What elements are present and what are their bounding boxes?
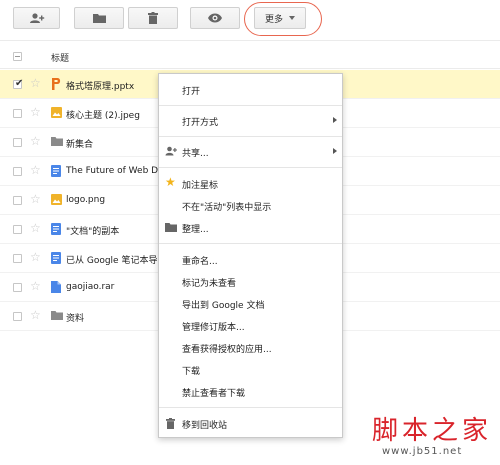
row-checkbox[interactable]	[13, 254, 22, 263]
menu-divider	[159, 136, 342, 137]
toolbar: 更多	[0, 0, 500, 40]
file-name[interactable]: 资料	[66, 311, 84, 324]
menu-item-export-docs[interactable]: 导出到 Google 文档	[159, 293, 342, 315]
eye-icon	[208, 13, 222, 23]
menu-item-label: 不在"活动"列表中显示	[182, 203, 272, 213]
chevron-right-icon	[333, 148, 337, 154]
menu-item-rename[interactable]: 重命名...	[159, 249, 342, 271]
row-checkbox[interactable]	[13, 138, 22, 147]
menu-item-open[interactable]: 打开	[159, 79, 342, 101]
star-icon[interactable]: ☆	[30, 135, 41, 147]
star-icon[interactable]: ☆	[30, 280, 41, 292]
menu-item-label: 下载	[182, 367, 201, 377]
row-checkbox[interactable]	[13, 196, 22, 205]
menu-item-open-with[interactable]: 打开方式	[159, 110, 342, 132]
menu-item-label: 打开	[182, 87, 201, 97]
folder-icon	[51, 310, 63, 322]
star-icon[interactable]: ☆	[30, 309, 41, 321]
menu-item-label: 共享...	[182, 149, 209, 159]
menu-divider	[159, 105, 342, 106]
add-person-icon	[165, 146, 177, 157]
toolbar-divider	[0, 40, 500, 41]
document-icon	[51, 252, 62, 264]
star-icon[interactable]: ☆	[30, 106, 41, 118]
document-icon	[51, 223, 62, 235]
delete-button[interactable]	[128, 7, 178, 29]
menu-item-mark-unviewed[interactable]: 标记为未查看	[159, 271, 342, 293]
star-icon[interactable]: ☆	[30, 164, 41, 176]
list-header: 标题	[0, 44, 500, 68]
menu-item-label: 整理...	[182, 225, 209, 235]
context-menu: 打开 打开方式 共享... ★ 加注星标 不在"活动"列表中显示 整理... 重…	[158, 73, 343, 438]
file-name[interactable]: 核心主题 (2).jpeg	[66, 108, 140, 121]
menu-item-download[interactable]: 下载	[159, 359, 342, 381]
file-name[interactable]: 已从 Google 笔记本导	[66, 253, 157, 266]
folder-icon	[165, 222, 177, 233]
file-name[interactable]: gaojiao.rar	[66, 282, 114, 292]
share-button[interactable]	[13, 7, 60, 29]
add-person-icon	[29, 12, 45, 24]
title-column-header[interactable]: 标题	[51, 51, 69, 64]
image-icon	[51, 107, 62, 119]
trash-icon	[148, 12, 158, 24]
menu-item-move-trash[interactable]: 移到回收站	[159, 413, 342, 435]
menu-item-manage-revisions[interactable]: 管理修订版本...	[159, 315, 342, 337]
menu-item-hide-activity[interactable]: 不在"活动"列表中显示	[159, 195, 342, 217]
presentation-icon	[51, 78, 62, 90]
file-icon	[51, 281, 62, 293]
menu-item-label: 导出到 Google 文档	[182, 301, 265, 311]
image-icon	[51, 194, 62, 206]
highlight-annotation	[244, 2, 322, 36]
move-to-folder-button[interactable]	[74, 7, 124, 29]
star-icon[interactable]: ☆	[30, 193, 41, 205]
menu-item-label: 移到回收站	[182, 421, 228, 431]
watermark-url: www.jb51.net	[382, 446, 463, 457]
file-name[interactable]: The Future of Web De	[66, 166, 164, 176]
row-checkbox[interactable]	[13, 312, 22, 321]
file-name[interactable]: 格式塔原理.pptx	[66, 79, 134, 92]
row-checkbox[interactable]	[13, 225, 22, 234]
menu-item-view-apps[interactable]: 查看获得授权的应用...	[159, 337, 342, 359]
menu-item-label: 禁止查看者下载	[182, 389, 246, 399]
folder-icon	[92, 13, 106, 23]
star-icon[interactable]: ☆	[30, 251, 41, 263]
menu-divider	[159, 167, 342, 168]
row-checkbox[interactable]	[13, 109, 22, 118]
check-icon: ✔	[15, 78, 24, 89]
menu-divider	[159, 243, 342, 244]
star-icon[interactable]: ☆	[30, 77, 41, 89]
chevron-right-icon	[333, 117, 337, 123]
folder-icon	[51, 136, 63, 148]
file-name[interactable]: logo.png	[66, 195, 105, 205]
menu-item-disable-download[interactable]: 禁止查看者下载	[159, 381, 342, 403]
row-checkbox[interactable]	[13, 283, 22, 292]
star-icon: ★	[165, 175, 176, 189]
menu-item-label: 加注星标	[182, 181, 219, 191]
document-icon	[51, 165, 62, 177]
row-checkbox[interactable]: ✔	[13, 78, 24, 89]
menu-item-label: 重命名...	[182, 257, 218, 267]
menu-item-organize[interactable]: 整理...	[159, 217, 342, 239]
menu-item-label: 查看获得授权的应用...	[182, 345, 272, 355]
select-all-checkbox[interactable]	[13, 52, 22, 61]
menu-divider	[159, 407, 342, 408]
preview-button[interactable]	[190, 7, 240, 29]
file-name[interactable]: 新集合	[66, 137, 93, 150]
star-icon[interactable]: ☆	[30, 222, 41, 234]
watermark-logo: 脚本之家	[372, 416, 493, 446]
menu-item-label: 标记为未查看	[182, 279, 237, 289]
file-name[interactable]: "文档"的副本	[66, 224, 119, 237]
menu-item-label: 打开方式	[182, 118, 219, 128]
header-divider	[0, 68, 500, 69]
trash-icon	[166, 418, 178, 429]
menu-item-star[interactable]: ★ 加注星标	[159, 173, 342, 195]
menu-item-share[interactable]: 共享...	[159, 141, 342, 163]
menu-item-label: 管理修订版本...	[182, 323, 245, 333]
row-checkbox[interactable]	[13, 167, 22, 176]
